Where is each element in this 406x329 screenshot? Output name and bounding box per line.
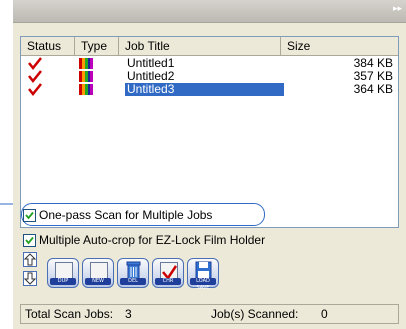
duplicate-button[interactable]: DUP	[47, 258, 79, 288]
job-list[interactable]: Status Type Job Title Size Untitled1 384…	[20, 36, 399, 228]
total-jobs-label: Total Scan Jobs:	[25, 307, 114, 321]
delete-button[interactable]: DEL	[117, 258, 149, 288]
scan-jobs-panel: ▸▸ Status Type Job Title Size Untitled1 …	[13, 0, 406, 329]
change-label: CHR	[155, 278, 181, 285]
column-type[interactable]: Type	[75, 37, 119, 55]
panel-titlebar[interactable]: ▸▸	[13, 0, 406, 23]
arrow-down-icon	[23, 272, 37, 285]
job-size: 364 KB	[353, 82, 393, 96]
checkmark-icon	[28, 70, 42, 83]
jobs-scanned-label: Job(s) Scanned:	[211, 307, 299, 321]
new-label: NEW	[85, 278, 111, 285]
job-row[interactable]: Untitled1 384 KB	[21, 57, 398, 70]
checkbox-check-icon	[25, 236, 34, 245]
move-up-button[interactable]	[23, 252, 37, 267]
auto-crop-label: Multiple Auto-crop for EZ-Lock Film Hold…	[39, 233, 266, 247]
arrow-up-icon	[23, 253, 37, 266]
expand-arrows-icon[interactable]: ▸▸	[393, 4, 402, 14]
job-list-header: Status Type Job Title Size	[21, 37, 398, 56]
load-save-button[interactable]: LOAD SAVE	[187, 258, 219, 291]
total-jobs-value: 3	[125, 307, 132, 321]
load-save-label: LOAD SAVE	[190, 278, 216, 291]
duplicate-label: DUP	[50, 278, 76, 285]
column-status[interactable]: Status	[21, 37, 75, 55]
move-down-button[interactable]	[23, 271, 37, 286]
color-type-icon	[79, 71, 93, 82]
checkmark-icon	[28, 57, 42, 70]
checkbox-check-icon	[25, 211, 34, 220]
auto-crop-checkbox[interactable]	[23, 234, 36, 247]
one-pass-scan-checkbox[interactable]	[23, 209, 36, 222]
change-button[interactable]: CHR	[152, 258, 184, 288]
delete-label: DEL	[120, 278, 146, 285]
one-pass-scan-label: One-pass Scan for Multiple Jobs	[39, 208, 213, 222]
floppy-disk-icon	[195, 261, 212, 279]
job-row-selected[interactable]: Untitled3 364 KB	[21, 83, 398, 96]
column-size[interactable]: Size	[281, 37, 398, 55]
job-row[interactable]: Untitled2 357 KB	[21, 70, 398, 83]
column-job-title[interactable]: Job Title	[119, 37, 281, 55]
checkmark-icon	[28, 83, 42, 96]
status-bar: Total Scan Jobs: 3 Job(s) Scanned: 0	[20, 304, 399, 324]
color-type-icon	[79, 58, 93, 69]
jobs-scanned-value: 0	[321, 307, 328, 321]
new-button[interactable]: NEW	[82, 258, 114, 288]
job-title: Untitled3	[125, 83, 284, 96]
color-type-icon	[79, 84, 93, 95]
